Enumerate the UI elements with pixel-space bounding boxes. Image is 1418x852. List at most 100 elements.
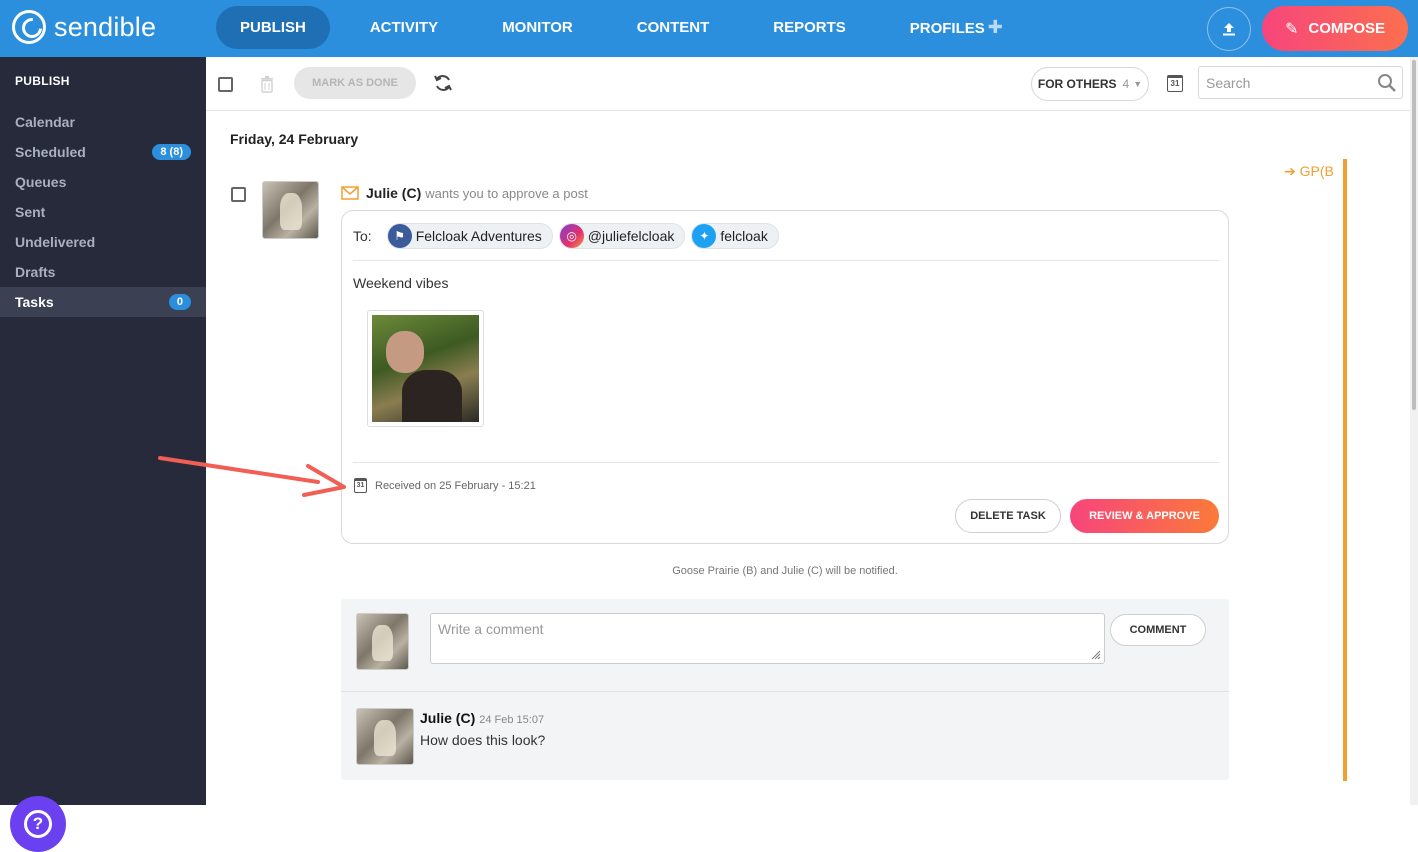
- sidebar-item-undelivered[interactable]: Undelivered: [0, 227, 206, 257]
- comment-text: How does this look?: [420, 732, 546, 748]
- compose-label: COMPOSE: [1308, 20, 1386, 37]
- status-bar: [1343, 159, 1347, 781]
- assignee-tag-label: GP(B: [1299, 163, 1334, 179]
- sidebar-item-queues[interactable]: Queues: [0, 167, 206, 197]
- pencil-icon: ✎: [1284, 20, 1299, 38]
- compose-button[interactable]: ✎ COMPOSE: [1262, 6, 1408, 51]
- notify-text: Goose Prairie (B) and Julie (C) will be …: [672, 565, 898, 577]
- filter-count: 4: [1122, 77, 1130, 91]
- sendible-logo-icon: [12, 10, 46, 44]
- comment-input[interactable]: [431, 614, 1104, 663]
- divider: [341, 691, 1229, 692]
- upload-button[interactable]: [1207, 7, 1251, 51]
- nav-activity[interactable]: ACTIVITY: [346, 6, 462, 49]
- twitter-icon: ✦: [692, 224, 717, 248]
- sidebar-item-calendar[interactable]: Calendar: [0, 107, 206, 137]
- review-approve-button[interactable]: REVIEW & APPROVE: [1070, 499, 1219, 533]
- nav-content[interactable]: CONTENT: [613, 6, 734, 49]
- comment-time: 24 Feb 15:07: [479, 714, 545, 726]
- arrow-right-icon: ➔: [1284, 163, 1300, 179]
- to-label: To:: [353, 228, 372, 244]
- sidebar-list: Calendar Scheduled 8 (8) Queues Sent Unde…: [0, 107, 206, 317]
- post-text: Weekend vibes: [353, 275, 449, 291]
- sidebar-item-tasks[interactable]: Tasks 0: [0, 287, 206, 317]
- sendible-logo[interactable]: sendible: [12, 10, 156, 44]
- received-info: 31 Received on 25 February - 15:21: [354, 478, 536, 493]
- filter-label: FOR OTHERS: [1037, 77, 1117, 91]
- annotation-arrow-icon: [158, 456, 346, 497]
- post-card: To: ⚑ Felcloak Adventures ◎ @juliefelclo…: [341, 210, 1229, 544]
- comment-box: [430, 613, 1105, 664]
- date-heading: Friday, 24 February: [230, 131, 359, 147]
- sidebar-item-label: Calendar: [15, 114, 75, 130]
- upload-icon: [1223, 23, 1235, 36]
- nav-monitor[interactable]: MONITOR: [478, 6, 597, 49]
- recipient-name: @juliefelcloak: [587, 228, 675, 244]
- divider: [353, 462, 1219, 463]
- recipient-chip[interactable]: ⚑ Felcloak Adventures: [386, 223, 553, 249]
- sidebar-item-drafts[interactable]: Drafts: [0, 257, 206, 287]
- sidebar-item-label: Sent: [15, 204, 46, 220]
- calendar-icon: 31: [354, 478, 367, 493]
- mark-as-done-button[interactable]: MARK AS DONE: [294, 67, 416, 99]
- sidebar: PUBLISH Calendar Scheduled 8 (8) Queues S…: [0, 57, 206, 852]
- comments-section: COMMENT Julie (C)24 Feb 15:07 How does t…: [341, 599, 1229, 780]
- comment-author-name: Julie (C): [420, 710, 476, 726]
- search-icon[interactable]: [1377, 73, 1397, 93]
- recipients-row: To: ⚑ Felcloak Adventures ◎ @juliefelclo…: [353, 223, 785, 249]
- sidebar-item-label: Undelivered: [15, 234, 96, 250]
- recipient-chip[interactable]: ◎ @juliefelcloak: [558, 223, 686, 249]
- toolbar: MARK AS DONE FOR OTHERS 4 ▼ 31: [206, 57, 1410, 111]
- sidebar-item-label: Scheduled: [15, 144, 86, 160]
- help-icon: ?: [24, 810, 52, 838]
- calendar-icon[interactable]: 31: [1167, 75, 1183, 92]
- sidebar-item-scheduled[interactable]: Scheduled 8 (8): [0, 137, 206, 167]
- main-nav: PUBLISH ACTIVITY MONITOR CONTENT REPORTS…: [216, 6, 1043, 49]
- avatar: [356, 708, 414, 765]
- scheduled-count-badge: 8 (8): [152, 144, 191, 160]
- post-image[interactable]: [367, 310, 484, 427]
- post-image-photo: [372, 315, 479, 422]
- logo-text: sendible: [54, 11, 157, 42]
- recipient-name: Felcloak Adventures: [415, 228, 542, 244]
- page-scrollbar[interactable]: [1412, 60, 1416, 410]
- for-others-filter[interactable]: FOR OTHERS 4 ▼: [1031, 67, 1149, 101]
- envelope-icon: [341, 186, 359, 200]
- assignee-tag[interactable]: ➔ GP(B: [1284, 163, 1334, 180]
- trash-icon[interactable]: [260, 75, 274, 93]
- plus-icon: ✚: [987, 17, 1003, 37]
- comment-button[interactable]: COMMENT: [1110, 614, 1206, 646]
- received-text: Received on 25 February - 15:21: [375, 479, 536, 492]
- approval-request-line: Julie (C) wants you to approve a post: [366, 185, 588, 201]
- top-bar: sendible PUBLISH ACTIVITY MONITOR CONTEN…: [0, 0, 1418, 57]
- help-button[interactable]: ?: [10, 796, 66, 852]
- sidebar-item-sent[interactable]: Sent: [0, 197, 206, 227]
- delete-task-button[interactable]: DELETE TASK: [955, 499, 1061, 533]
- nav-publish[interactable]: PUBLISH: [216, 6, 330, 49]
- comment-author: Julie (C) 24 Feb 15:07: [420, 710, 544, 726]
- nav-reports[interactable]: REPORTS: [749, 6, 870, 49]
- avatar: [356, 613, 409, 670]
- avatar: [262, 181, 319, 239]
- sidebar-title: PUBLISH: [15, 74, 70, 88]
- select-all-checkbox[interactable]: [218, 77, 233, 92]
- divider: [353, 260, 1219, 261]
- sidebar-item-label: Tasks: [15, 294, 54, 310]
- instagram-icon: ◎: [559, 224, 584, 248]
- task-author: Julie (C): [366, 185, 422, 201]
- refresh-icon[interactable]: [433, 73, 453, 93]
- task-action-text: wants you to approve a post: [425, 186, 588, 201]
- sidebar-item-label: Drafts: [15, 264, 56, 280]
- recipient-chip[interactable]: ✦ felcloak: [691, 223, 779, 249]
- sidebar-item-label: Queues: [15, 174, 67, 190]
- nav-profiles-label: PROFILES: [909, 20, 985, 37]
- chevron-down-icon: ▼: [1133, 79, 1143, 89]
- recipient-name: felcloak: [720, 228, 768, 244]
- search-input[interactable]: [1199, 67, 1369, 98]
- tasks-count-badge: 0: [168, 294, 191, 310]
- nav-profiles[interactable]: PROFILES ✚: [886, 6, 1027, 49]
- resize-grip-icon[interactable]: [1091, 650, 1101, 660]
- search-box: [1198, 66, 1403, 99]
- task-checkbox[interactable]: [231, 187, 246, 202]
- facebook-page-icon: ⚑: [387, 224, 412, 248]
